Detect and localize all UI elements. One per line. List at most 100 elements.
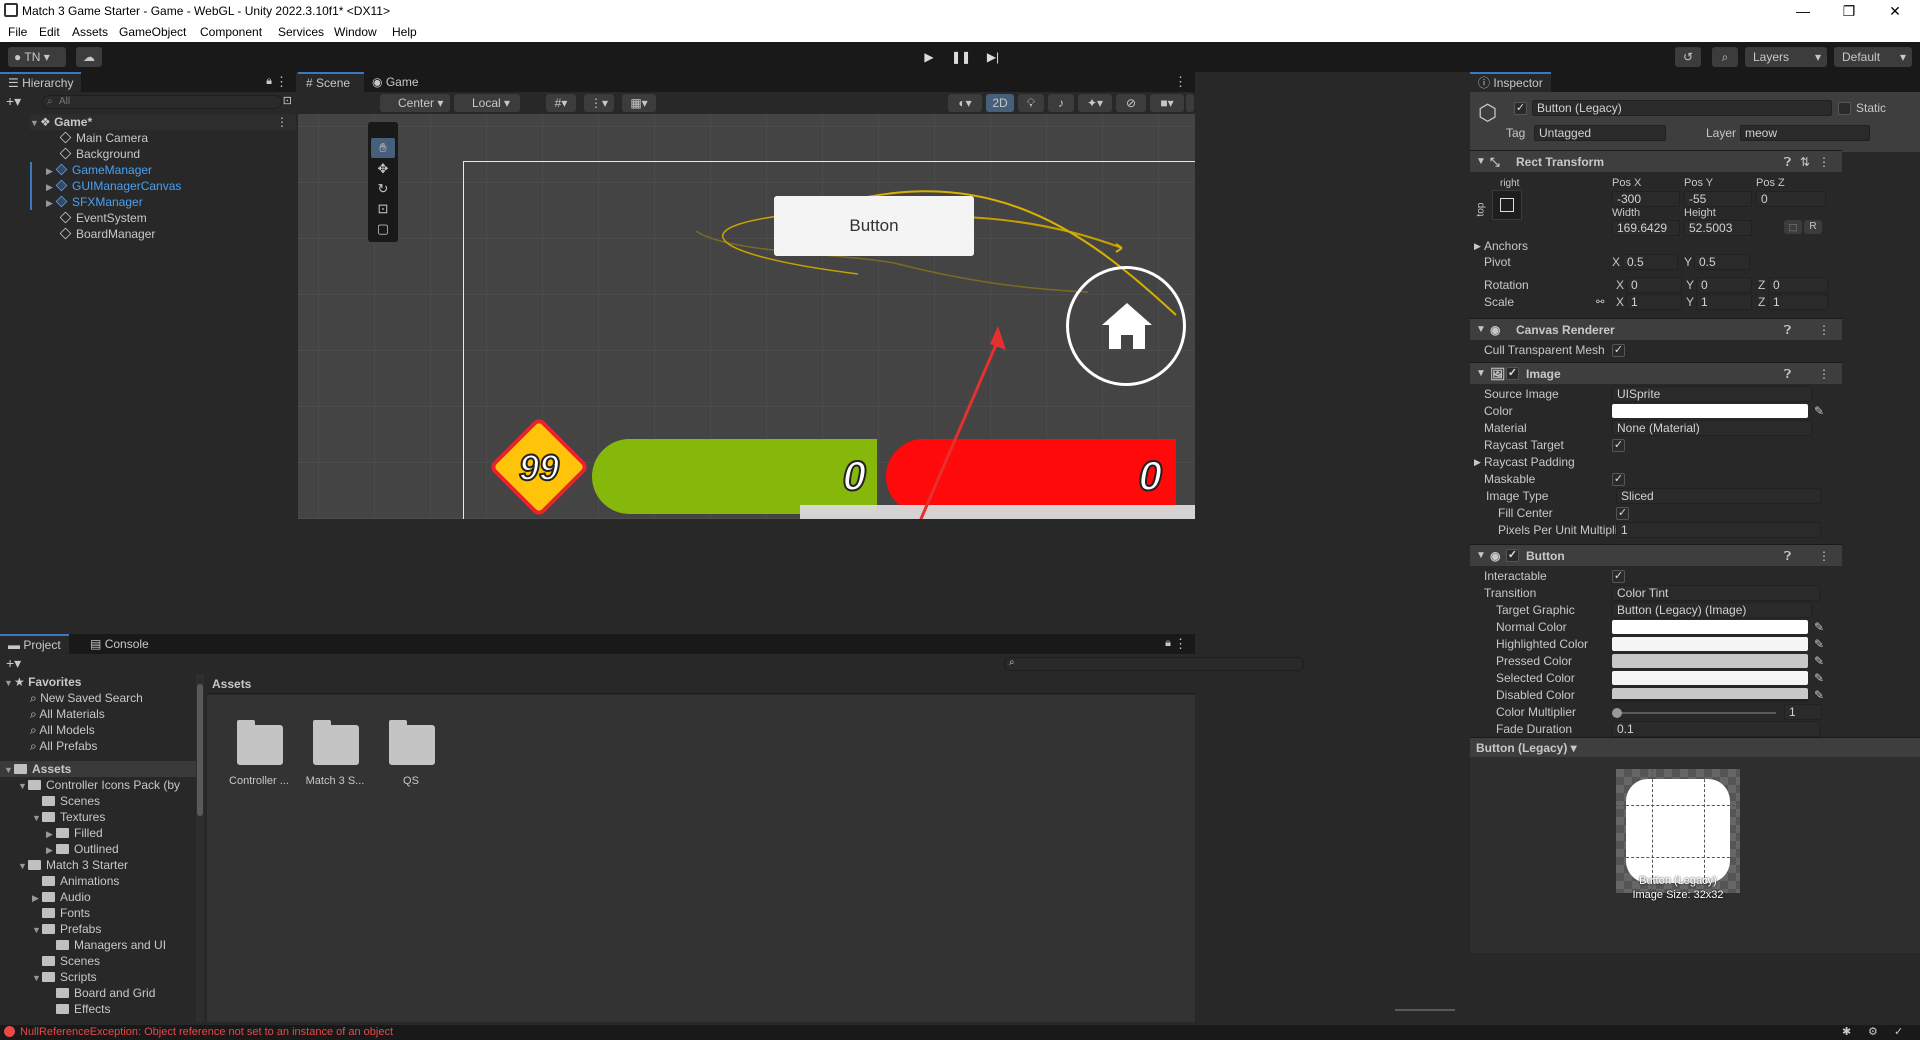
link-icon[interactable]: ⚯ (1596, 294, 1604, 311)
hierarchy-search-input[interactable]: ⌕ All (42, 95, 282, 109)
hierarchy-item-eventsystem[interactable]: EventSystem (59, 210, 147, 226)
favorite-item[interactable]: ⌕ All Materials (30, 706, 105, 722)
multiplier-field[interactable]: 1 (1784, 704, 1822, 720)
more-icon[interactable]: ⋮ (276, 114, 288, 130)
asset-tree-item[interactable]: Animations (32, 873, 119, 889)
maskable-checkbox[interactable]: ✓ (1612, 473, 1625, 486)
asset-tree-item[interactable]: ▶ Audio (32, 889, 91, 905)
effects-button[interactable]: ✦▾ (1078, 94, 1112, 112)
target-graphic-field[interactable]: Button (Legacy) (Image) (1612, 602, 1812, 618)
pivot-dropdown[interactable]: Center ▾ (380, 94, 450, 112)
maximize-button[interactable]: ❐ (1826, 0, 1872, 22)
camera-button[interactable]: ■▾ (1150, 94, 1184, 112)
breadcrumb[interactable]: Assets (212, 677, 251, 691)
rotation-z-field[interactable]: 0 (1768, 277, 1828, 293)
rotation-x-field[interactable]: 0 (1626, 277, 1682, 293)
add-button[interactable]: +▾ (6, 93, 21, 110)
grid-snap-button[interactable]: #▾ (546, 94, 576, 112)
favorite-item[interactable]: ⌕ All Prefabs (30, 738, 97, 754)
disabled-color-swatch[interactable] (1612, 688, 1808, 702)
assets-header[interactable]: ▼ Assets (0, 761, 196, 777)
menu-window[interactable]: Window (334, 25, 377, 39)
more-icon[interactable]: ⋮ (1818, 151, 1830, 173)
anchors-row[interactable]: ▶ Anchors (1470, 238, 1842, 255)
eyedropper-icon[interactable]: ✎ (1814, 619, 1824, 636)
help-icon[interactable]: ❓︎ (1784, 545, 1791, 567)
more-icon[interactable]: ⋮ (275, 74, 288, 90)
account-dropdown[interactable]: ● TN ▾ (8, 47, 66, 67)
scene-viewport[interactable]: ✋︎ ✥ ↻ ⊡ ▢ Button 99 0 0 Что значат стре… (298, 114, 1195, 519)
menu-services[interactable]: Services (278, 25, 324, 39)
menu-gameobject[interactable]: GameObject (119, 25, 186, 39)
tab-game[interactable]: ◉ Game (364, 72, 427, 92)
asset-folder[interactable]: Match 3 S... (303, 719, 367, 799)
pos-z-field[interactable]: 0 (1756, 191, 1826, 207)
status-message[interactable]: NullReferenceException: Object reference… (20, 1026, 393, 1038)
normal-color-swatch[interactable] (1612, 620, 1808, 634)
asset-tree-item[interactable]: Scenes (32, 793, 100, 809)
asset-folder[interactable]: QS (379, 719, 443, 799)
add-button[interactable]: +▾ (6, 655, 21, 672)
menu-component[interactable]: Component (200, 25, 262, 39)
image-header[interactable]: ▼ 🖼︎ ✓ Image ❓︎ ⋮ (1470, 362, 1842, 384)
help-icon[interactable]: ❓︎ (1784, 319, 1791, 341)
active-checkbox[interactable]: ✓ (1514, 102, 1527, 115)
hierarchy-scene-row[interactable]: ▼❖ Game* ⋮ (30, 114, 296, 130)
pos-y-field[interactable]: -55 (1684, 191, 1752, 207)
eyedropper-icon[interactable]: ✎ (1814, 653, 1824, 670)
layout-dropdown[interactable]: Default ▾ (1834, 47, 1912, 67)
scale-y-field[interactable]: 1 (1696, 294, 1752, 310)
scene-visibility-icon[interactable]: ⊡ (283, 94, 292, 107)
image-type-dropdown[interactable]: Sliced (1616, 488, 1821, 504)
menu-help[interactable]: Help (392, 25, 417, 39)
close-button[interactable]: ✕ (1872, 0, 1918, 22)
anchor-preset-button[interactable] (1492, 190, 1522, 220)
more-icon[interactable]: ⋮ (1174, 74, 1187, 90)
draw-mode-button[interactable]: ◐▾ (948, 94, 982, 112)
tag-dropdown[interactable]: Untagged (1534, 125, 1666, 141)
history-button[interactable]: ↺ (1675, 47, 1701, 67)
minimize-button[interactable]: — (1780, 0, 1826, 22)
asset-tree-item[interactable]: Board and Grid (46, 985, 155, 1001)
tab-scene[interactable]: # Scene (298, 72, 364, 92)
rotation-y-field[interactable]: 0 (1696, 277, 1752, 293)
eyedropper-icon[interactable]: ✎ (1814, 670, 1824, 687)
favorites-header[interactable]: ▼★ Favorites (4, 674, 81, 690)
lighting-button[interactable]: 💡︎ (1018, 94, 1044, 112)
static-checkbox[interactable] (1838, 102, 1851, 115)
snap-increment-button[interactable]: ⋮▾ (584, 94, 614, 112)
button-enabled-checkbox[interactable]: ✓ (1506, 549, 1519, 562)
tab-hierarchy[interactable]: ☰ Hierarchy (0, 72, 82, 92)
menu-edit[interactable]: Edit (39, 25, 60, 39)
asset-tree-item[interactable]: ▼ Controller Icons Pack (by (18, 777, 180, 793)
asset-tree-item[interactable]: Effects (46, 1001, 110, 1017)
search-button[interactable]: ⌕ (1712, 47, 1738, 67)
lock-icon[interactable]: 🔒︎ (266, 75, 272, 88)
hierarchy-item-boardmanager[interactable]: BoardManager (59, 226, 155, 242)
more-icon[interactable]: ⋮ (1174, 636, 1187, 652)
asset-folder[interactable]: Controller ... (227, 719, 291, 799)
tree-scrollbar[interactable] (196, 674, 204, 1022)
eyedropper-icon[interactable]: ✎ (1814, 403, 1824, 420)
asset-tree-item[interactable]: ▼ Match 3 Starter (18, 857, 128, 873)
eyedropper-icon[interactable]: ✎ (1814, 636, 1824, 653)
slider-handle[interactable] (1612, 708, 1622, 718)
hierarchy-item-guimanagercanvas[interactable]: ▶ GUIManagerCanvas (46, 178, 181, 194)
pivot-x-field[interactable]: 0.5 (1622, 254, 1678, 270)
asset-tree-item[interactable]: Scenes (32, 953, 100, 969)
interactable-checkbox[interactable]: ✓ (1612, 570, 1625, 583)
menu-file[interactable]: File (8, 25, 27, 39)
gizmos-button[interactable] (1186, 94, 1194, 112)
asset-tree-item[interactable]: ▼ Prefabs (32, 921, 101, 937)
button-component-header[interactable]: ▼ ◉ ✓ Button ❓︎ ⋮ (1470, 544, 1842, 566)
more-icon[interactable]: ⋮ (1818, 545, 1830, 567)
audio-button[interactable]: ♪ (1048, 94, 1074, 112)
ppu-field[interactable]: 1 (1616, 522, 1821, 538)
presets-icon[interactable]: ⇅ (1800, 151, 1810, 173)
cloud-button[interactable]: ☁ (76, 47, 102, 67)
raw-edit-button[interactable]: R (1804, 220, 1822, 234)
menu-assets[interactable]: Assets (72, 25, 108, 39)
help-icon[interactable]: ❓︎ (1784, 151, 1791, 173)
play-button[interactable]: ▶ (915, 48, 943, 66)
step-button[interactable]: ▶| (979, 48, 1007, 66)
